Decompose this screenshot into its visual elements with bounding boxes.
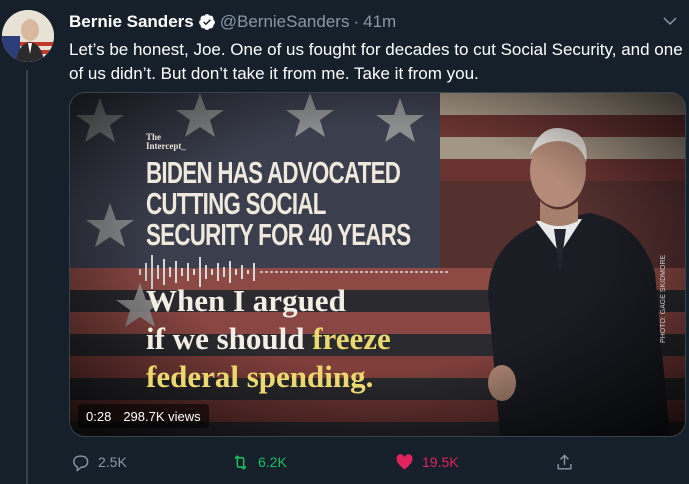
photo-credit: PHOTO: GAGE SKIDMORE [660,254,667,343]
heart-icon [396,453,413,470]
video-player[interactable]: The Intercept_ BIDEN HAS ADVOCATED CUTTI… [69,92,686,437]
thread-line [26,70,28,484]
retweet-icon [234,454,247,470]
retweet-count: 6.2K [258,454,287,470]
like-count: 19.5K [422,454,459,470]
video-views: 298.7K views [123,408,201,424]
separator-dot: · [353,12,360,31]
video-info-badge: 0:28 298.7K views [78,404,209,428]
caption-line-2: if we should freeze [146,321,391,356]
author-name[interactable]: Bernie Sanders [69,12,194,32]
timestamp[interactable]: 41m [363,12,396,32]
caption-line-3: federal spending. [146,359,374,394]
share-button[interactable] [555,448,574,476]
tweet-actions: 2.5K 6.2K 19.5K [69,448,687,476]
tweet-text: Let’s be honest, Joe. One of us fought f… [69,40,683,83]
caption-line-1: When I argued [146,283,346,318]
tweet-header: Bernie Sanders @BernieSanders · 41m [69,10,396,34]
avatar[interactable] [2,10,54,62]
reply-count: 2.5K [98,454,127,470]
retweet-button[interactable]: 6.2K [231,448,287,476]
like-button[interactable]: 19.5K [395,448,459,476]
reply-button[interactable]: 2.5K [71,448,127,476]
video-headline: BIDEN HAS ADVOCATED CUTTING SOCIAL SECUR… [146,155,411,252]
video-duration: 0:28 [86,408,112,424]
tweet[interactable]: Bernie Sanders @BernieSanders · 41m Let’… [0,0,689,484]
verified-badge-icon [198,13,216,31]
chevron-down-icon[interactable] [661,12,679,30]
reply-icon [73,454,89,472]
intercept-logo: The Intercept_ [146,132,186,151]
author-handle[interactable]: @BernieSanders [220,12,350,32]
share-icon [557,453,572,470]
